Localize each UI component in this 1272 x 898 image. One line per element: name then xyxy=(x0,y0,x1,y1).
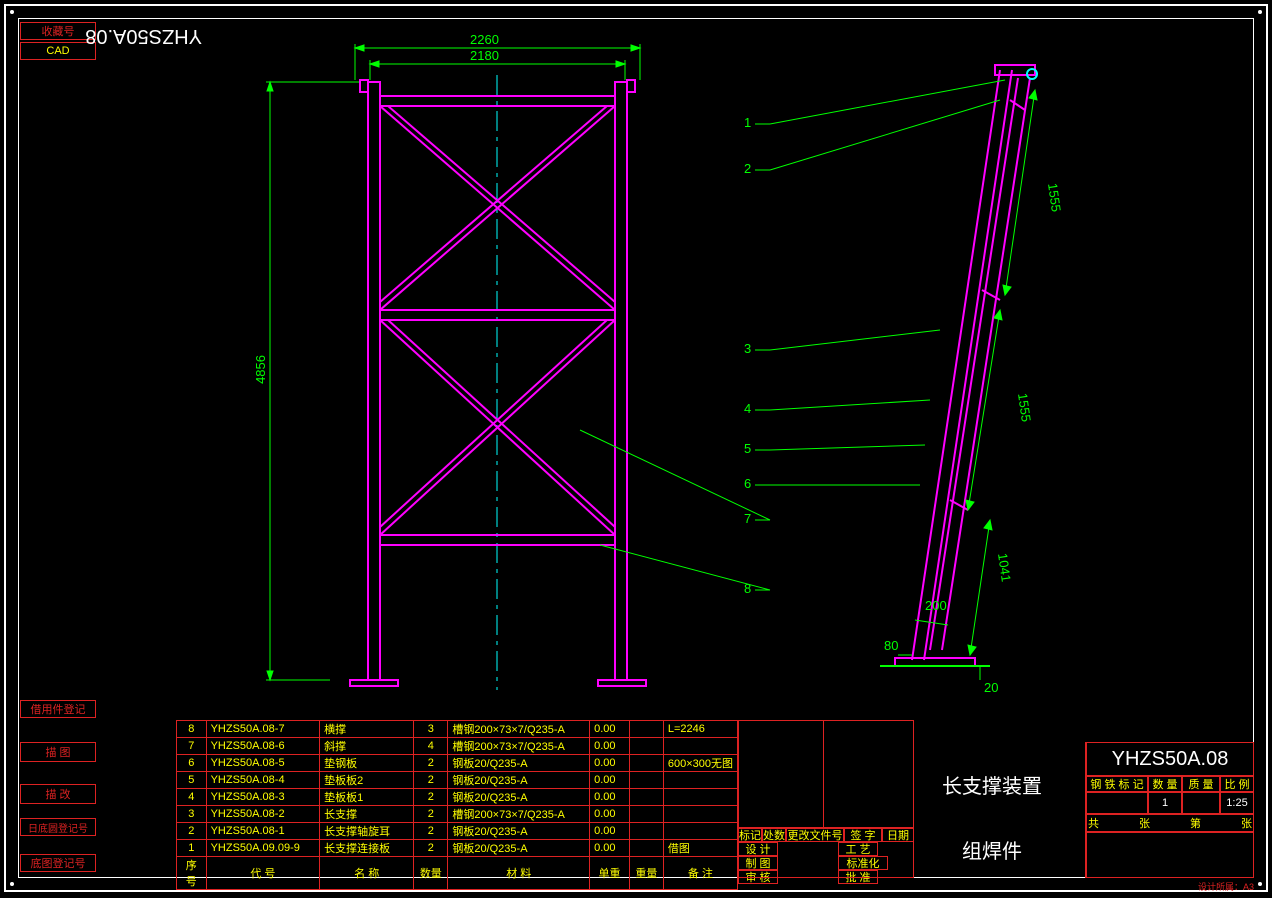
callout-6: 6 xyxy=(744,476,751,491)
bom-header: 备 注 xyxy=(663,857,737,890)
left-label: 描 图 xyxy=(20,742,96,762)
bom-row: 8YHZS50A.08-7横撑3槽钢200×73×7/Q235-A0.00L=2… xyxy=(177,721,738,738)
format-label: 设计所属：A3 xyxy=(1198,880,1254,893)
bom-header: 代 号 xyxy=(206,857,320,890)
callout-8: 8 xyxy=(744,581,751,596)
bom-header: 单重 xyxy=(590,857,630,890)
corner-dot xyxy=(10,882,14,886)
bom-header: 数量 xyxy=(414,857,448,890)
drawing-title-2: 组焊件 xyxy=(962,835,1022,864)
bom-row: 5YHZS50A.08-4垫板板22钢板20/Q235-A0.00 xyxy=(177,772,738,789)
callout-3: 3 xyxy=(744,341,751,356)
bom-header: 名 称 xyxy=(320,857,414,890)
left-label: 借用件登记 xyxy=(20,700,96,718)
left-label: 描 改 xyxy=(20,784,96,804)
bom-header: 序号 xyxy=(177,857,207,890)
left-label: 日底圆登记号 xyxy=(20,818,96,836)
callouts xyxy=(0,0,1272,700)
bom-row: 1YHZS50A.09.09-9长支撑连接板2钢板20/Q235-A0.00借图 xyxy=(177,840,738,857)
title-block: YHZS50A.08 钢 铁 标 记 数 量 质 量 比 例 1 1:25 共 … xyxy=(1086,742,1254,878)
corner-dot xyxy=(1258,882,1262,886)
drawing-title-1: 长支撑装置 xyxy=(942,770,1042,799)
rev-grid xyxy=(738,720,914,828)
rev-grid2 xyxy=(738,828,914,878)
bom-row: 3YHZS50A.08-2长支撑2槽钢200×73×7/Q235-A0.00 xyxy=(177,806,738,823)
bom-header: 重量 xyxy=(629,857,663,890)
callout-5: 5 xyxy=(744,441,751,456)
bom-header: 材 料 xyxy=(448,857,590,890)
bom-row: 4YHZS50A.08-3垫板板12钢板20/Q235-A0.00 xyxy=(177,789,738,806)
bom-row: 2YHZS50A.08-1长支撑轴旋耳2钢板20/Q235-A0.00 xyxy=(177,823,738,840)
bom-table: 8YHZS50A.08-7横撑3槽钢200×73×7/Q235-A0.00L=2… xyxy=(176,720,738,890)
callout-4: 4 xyxy=(744,401,751,416)
left-label: 底图登记号 xyxy=(20,854,96,872)
bom-row: 6YHZS50A.08-5垫钢板2钢板20/Q235-A0.00600×300无… xyxy=(177,755,738,772)
callout-7: 7 xyxy=(744,511,751,526)
callout-1: 1 xyxy=(744,115,751,130)
callout-2: 2 xyxy=(744,161,751,176)
bom-row: 7YHZS50A.08-6斜撑4槽钢200×73×7/Q235-A0.00 xyxy=(177,738,738,755)
